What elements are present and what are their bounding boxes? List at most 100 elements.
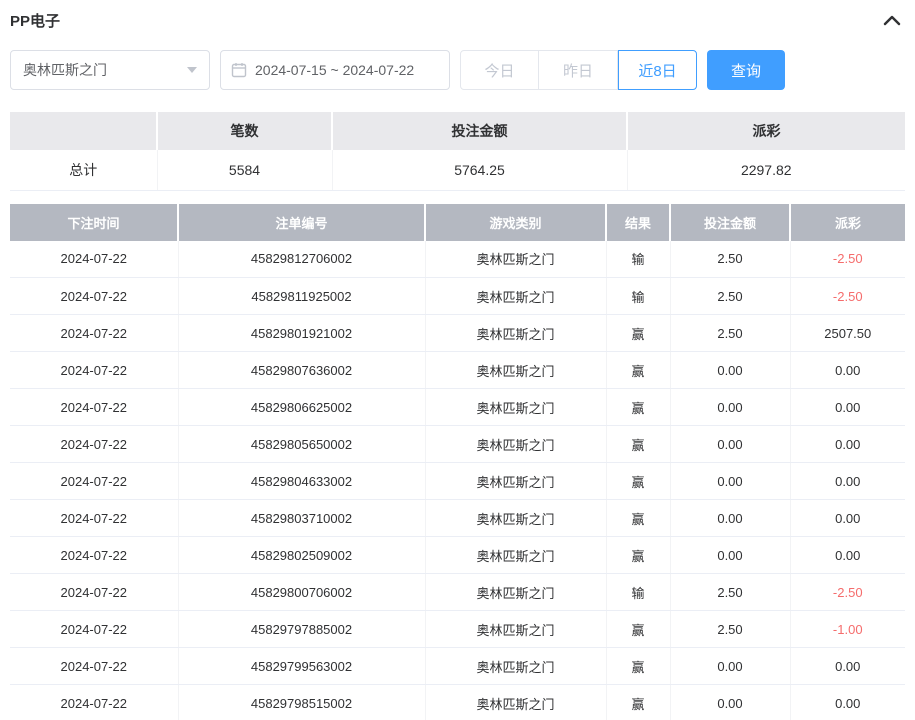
- table-cell: 赢: [606, 685, 670, 720]
- table-cell: 奥林匹斯之门: [425, 278, 606, 315]
- date-range-picker[interactable]: 2024-07-15 ~ 2024-07-22: [220, 50, 450, 90]
- header-game-category: 游戏类别: [425, 204, 606, 241]
- table-cell: 45829811925002: [178, 278, 425, 315]
- table-cell: 0.00: [790, 352, 905, 389]
- date-range-value: 2024-07-15 ~ 2024-07-22: [255, 62, 414, 78]
- header-result: 结果: [606, 204, 670, 241]
- table-cell: 奥林匹斯之门: [425, 574, 606, 611]
- table-cell: 0.00: [670, 389, 790, 426]
- table-cell: 2507.50: [790, 315, 905, 352]
- page-title: PP电子: [10, 10, 60, 31]
- table-cell: 45829807636002: [178, 352, 425, 389]
- table-cell: 赢: [606, 389, 670, 426]
- table-cell: 2.50: [670, 315, 790, 352]
- table-cell: 2024-07-22: [10, 500, 178, 537]
- table-cell: 45829805650002: [178, 426, 425, 463]
- table-row: 2024-07-2245829801921002奥林匹斯之门赢2.502507.…: [10, 315, 905, 352]
- filter-bar: 奥林匹斯之门 2024-07-15 ~ 2024-07-22 今日 昨日 近8日…: [10, 50, 905, 90]
- table-cell: 奥林匹斯之门: [425, 611, 606, 648]
- table-cell: 2024-07-22: [10, 463, 178, 500]
- table-cell: 2024-07-22: [10, 648, 178, 685]
- table-cell: 2024-07-22: [10, 352, 178, 389]
- table-cell: 奥林匹斯之门: [425, 648, 606, 685]
- table-cell: 0.00: [670, 537, 790, 574]
- summary-total-count: 5584: [157, 150, 332, 190]
- table-cell: 2024-07-22: [10, 574, 178, 611]
- summary-total-row: 总计 5584 5764.25 2297.82: [10, 150, 905, 190]
- table-row: 2024-07-2245829805650002奥林匹斯之门赢0.000.00: [10, 426, 905, 463]
- table-row: 2024-07-2245829800706002奥林匹斯之门输2.50-2.50: [10, 574, 905, 611]
- table-row: 2024-07-2245829807636002奥林匹斯之门赢0.000.00: [10, 352, 905, 389]
- table-row: 2024-07-2245829799563002奥林匹斯之门赢0.000.00: [10, 648, 905, 685]
- table-row: 2024-07-2245829797885002奥林匹斯之门赢2.50-1.00: [10, 611, 905, 648]
- table-cell: 45829801921002: [178, 315, 425, 352]
- table-row: 2024-07-2245829798515002奥林匹斯之门赢0.000.00: [10, 685, 905, 720]
- table-cell: 45829799563002: [178, 648, 425, 685]
- table-cell: 0.00: [790, 685, 905, 720]
- summary-header-bet-amount: 投注金额: [332, 112, 627, 150]
- table-cell: 45829804633002: [178, 463, 425, 500]
- table-cell: -2.50: [790, 278, 905, 315]
- table-cell: 2024-07-22: [10, 537, 178, 574]
- quick-yesterday-button[interactable]: 昨日: [539, 50, 618, 90]
- table-cell: 45829800706002: [178, 574, 425, 611]
- search-button[interactable]: 查询: [707, 50, 785, 90]
- table-cell: 输: [606, 574, 670, 611]
- summary-header-row: 笔数 投注金额 派彩: [10, 112, 905, 150]
- table-cell: 奥林匹斯之门: [425, 537, 606, 574]
- summary-table: 笔数 投注金额 派彩 总计 5584 5764.25 2297.82: [10, 112, 905, 191]
- table-cell: 赢: [606, 611, 670, 648]
- table-cell: 2.50: [670, 241, 790, 278]
- pp-electronic-panel: PP电子 奥林匹斯之门 2024-07-15 ~ 2024-07-22 今日 昨…: [0, 0, 915, 720]
- summary-total-label: 总计: [10, 150, 157, 190]
- chevron-up-icon: [883, 14, 901, 26]
- quick-today-button[interactable]: 今日: [460, 50, 539, 90]
- table-cell: -1.00: [790, 611, 905, 648]
- calendar-icon: [231, 62, 247, 78]
- table-cell: 45829798515002: [178, 685, 425, 720]
- table-cell: 0.00: [790, 426, 905, 463]
- table-cell: 0.00: [670, 352, 790, 389]
- table-cell: 45829806625002: [178, 389, 425, 426]
- table-cell: 0.00: [670, 500, 790, 537]
- table-cell: 输: [606, 278, 670, 315]
- table-cell: 赢: [606, 315, 670, 352]
- table-cell: 输: [606, 241, 670, 278]
- table-cell: 奥林匹斯之门: [425, 463, 606, 500]
- bet-table-body: 2024-07-2245829812706002奥林匹斯之门输2.50-2.50…: [10, 241, 905, 720]
- table-cell: 2024-07-22: [10, 426, 178, 463]
- game-select[interactable]: 奥林匹斯之门: [10, 50, 210, 90]
- table-cell: 奥林匹斯之门: [425, 500, 606, 537]
- table-cell: 2024-07-22: [10, 611, 178, 648]
- table-cell: 奥林匹斯之门: [425, 389, 606, 426]
- summary-total-bet-amount: 5764.25: [332, 150, 627, 190]
- table-cell: 45829812706002: [178, 241, 425, 278]
- table-cell: 45829797885002: [178, 611, 425, 648]
- table-cell: 赢: [606, 463, 670, 500]
- header-payout: 派彩: [790, 204, 905, 241]
- table-cell: 45829802509002: [178, 537, 425, 574]
- table-cell: 2024-07-22: [10, 241, 178, 278]
- header-bet-amount: 投注金额: [670, 204, 790, 241]
- bet-table-header-row: 下注时间 注单编号 游戏类别 结果 投注金额 派彩: [10, 204, 905, 241]
- summary-header-payout: 派彩: [627, 112, 905, 150]
- bet-records-table: 下注时间 注单编号 游戏类别 结果 投注金额 派彩 2024-07-224582…: [10, 204, 905, 720]
- table-cell: 0.00: [670, 426, 790, 463]
- table-cell: 0.00: [670, 463, 790, 500]
- table-row: 2024-07-2245829806625002奥林匹斯之门赢0.000.00: [10, 389, 905, 426]
- table-cell: 2.50: [670, 278, 790, 315]
- table-cell: 0.00: [790, 389, 905, 426]
- header-bet-time: 下注时间: [10, 204, 178, 241]
- table-cell: 赢: [606, 648, 670, 685]
- table-cell: 0.00: [790, 500, 905, 537]
- summary-header-count: 笔数: [157, 112, 332, 150]
- table-cell: 0.00: [790, 648, 905, 685]
- table-cell: 0.00: [790, 463, 905, 500]
- collapse-panel-button[interactable]: [879, 10, 905, 30]
- panel-header: PP电子: [10, 0, 905, 40]
- table-cell: 0.00: [790, 537, 905, 574]
- table-cell: 奥林匹斯之门: [425, 426, 606, 463]
- header-order-number: 注单编号: [178, 204, 425, 241]
- quick-last8days-button[interactable]: 近8日: [618, 50, 697, 90]
- table-cell: 2024-07-22: [10, 278, 178, 315]
